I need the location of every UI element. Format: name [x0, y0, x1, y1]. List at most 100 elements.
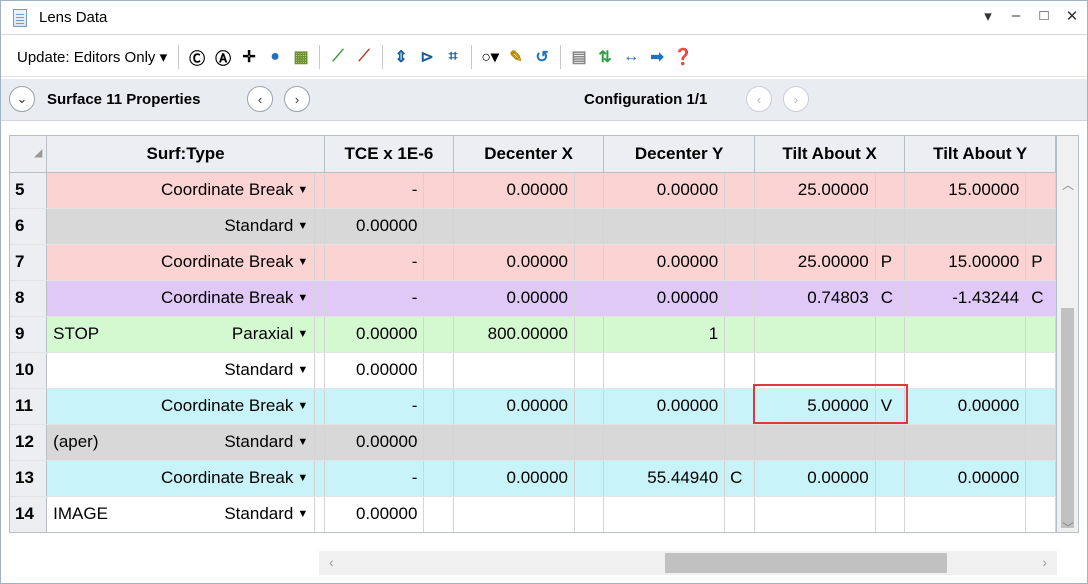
tilt-x-cell[interactable]: 0.00000	[754, 460, 876, 497]
decenter-x-cell[interactable]	[453, 208, 575, 245]
solve-flag[interactable]	[724, 172, 755, 209]
decenter-x-cell[interactable]: 0.00000	[453, 280, 575, 317]
swap-icon[interactable]: ⇅	[594, 46, 616, 68]
tce-cell[interactable]: -	[324, 388, 425, 425]
tilt-y-cell[interactable]	[904, 352, 1027, 389]
decenter-x-cell[interactable]: 0.00000	[453, 388, 575, 425]
tilt-y-cell[interactable]: -1.43244	[904, 280, 1027, 317]
solve-flag[interactable]: C	[1025, 280, 1056, 317]
solve-flag[interactable]	[1025, 388, 1056, 425]
solve-flag[interactable]	[1025, 172, 1056, 209]
solve-flag[interactable]	[574, 244, 605, 281]
solve-flag[interactable]	[724, 208, 755, 245]
solve-flag[interactable]	[574, 388, 605, 425]
decenter-y-cell[interactable]: 0.00000	[603, 244, 726, 281]
refresh-c-icon[interactable]: Ⓒ	[186, 46, 208, 68]
tilt-y-cell[interactable]	[904, 424, 1027, 461]
table-row[interactable]: 5 Coordinate Break ▼ -0.00000 0.00000 25.0000…	[10, 172, 1056, 209]
row-number[interactable]: 5	[10, 172, 48, 209]
surf-type-cell[interactable]: STOP Paraxial ▼	[46, 316, 316, 353]
solve-cell[interactable]	[423, 496, 454, 532]
next-config-icon[interactable]: ›	[783, 86, 809, 112]
decenter-x-cell[interactable]	[453, 424, 575, 461]
row-number[interactable]: 7	[10, 244, 48, 281]
decenter-y-cell[interactable]: 0.00000	[603, 388, 726, 425]
surf-type-cell[interactable]: Coordinate Break ▼	[46, 244, 316, 281]
vertical-scrollbar[interactable]: ︿ ﹀	[1057, 135, 1079, 535]
tce-cell[interactable]: -	[324, 172, 425, 209]
solve-flag[interactable]	[1025, 496, 1056, 532]
solve-cell[interactable]	[423, 280, 454, 317]
solve-flag[interactable]: C	[875, 280, 906, 317]
map-icon[interactable]: ▦	[290, 46, 312, 68]
tce-cell[interactable]: 0.00000	[324, 208, 425, 245]
tilt-y-cell[interactable]	[904, 208, 1027, 245]
solve-flag[interactable]	[574, 280, 605, 317]
solve-flag[interactable]	[724, 496, 755, 532]
surf-type-cell[interactable]: Coordinate Break ▼	[46, 280, 316, 317]
tce-cell[interactable]: -	[324, 280, 425, 317]
tilt-y-cell[interactable]: 15.00000	[904, 172, 1027, 209]
solve-cell[interactable]	[314, 388, 325, 425]
decenter-y-cell[interactable]	[603, 496, 726, 532]
tilt-y-cell[interactable]: 0.00000	[904, 460, 1027, 497]
solve-cell[interactable]	[423, 388, 454, 425]
dropdown-arrow-icon[interactable]: ▼	[297, 256, 308, 268]
solve-flag[interactable]	[574, 424, 605, 461]
add-vertex-icon[interactable]: ⟋	[327, 46, 349, 68]
tce-cell[interactable]: 0.00000	[324, 316, 425, 353]
surf-type-cell[interactable]: Coordinate Break ▼	[46, 460, 316, 497]
row-number[interactable]: 11	[10, 388, 48, 425]
decenter-x-cell[interactable]: 0.00000	[453, 460, 575, 497]
element-icon[interactable]: ⌗	[442, 46, 464, 68]
solve-flag[interactable]	[574, 172, 605, 209]
tilt-x-cell[interactable]: 5.00000	[754, 388, 876, 425]
collapse-icon[interactable]: ↔	[620, 46, 642, 68]
decenter-x-cell[interactable]	[453, 496, 575, 532]
column-header[interactable]: Tilt About Y	[904, 136, 1056, 173]
circle-dropdown-icon[interactable]: ○▾	[479, 46, 501, 68]
decenter-x-cell[interactable]	[453, 352, 575, 389]
row-number[interactable]: 8	[10, 280, 48, 317]
solve-flag[interactable]	[875, 208, 906, 245]
surf-type-cell[interactable]: Standard ▼	[46, 352, 316, 389]
solve-cell[interactable]	[314, 352, 325, 389]
dropdown-arrow-icon[interactable]: ▼	[297, 220, 308, 232]
column-header[interactable]: Decenter Y	[603, 136, 755, 173]
next-surface-icon[interactable]: ›	[284, 86, 310, 112]
horizontal-scrollbar[interactable]: ‹ ›	[319, 551, 1057, 575]
solve-flag[interactable]	[724, 244, 755, 281]
solve-cell[interactable]	[423, 352, 454, 389]
decenter-y-cell[interactable]: 0.00000	[603, 172, 726, 209]
solve-cell[interactable]	[423, 244, 454, 281]
solve-flag[interactable]	[1025, 460, 1056, 497]
undo-icon[interactable]: ↺	[531, 46, 553, 68]
tce-cell[interactable]: 0.00000	[324, 352, 425, 389]
solve-flag[interactable]	[875, 424, 906, 461]
solve-flag[interactable]	[574, 316, 605, 353]
solve-flag[interactable]	[875, 316, 906, 353]
table-row[interactable]: 12 (aper) Standard ▼ 0.00000	[10, 424, 1056, 461]
dropdown-arrow-icon[interactable]: ▼	[297, 292, 308, 304]
row-number[interactable]: 14	[10, 496, 48, 532]
solve-flag[interactable]	[875, 352, 906, 389]
tilt-x-cell[interactable]	[754, 352, 876, 389]
expand-icon[interactable]: ⌄	[9, 86, 35, 112]
solve-flag[interactable]	[724, 424, 755, 461]
surf-type-cell[interactable]: Standard ▼	[46, 208, 316, 245]
globe-icon[interactable]: ●	[264, 46, 286, 68]
solve-cell[interactable]	[423, 424, 454, 461]
dropdown-arrow-icon[interactable]: ▼	[297, 328, 308, 340]
column-header[interactable]: Tilt About X	[754, 136, 906, 173]
surf-type-cell[interactable]: (aper) Standard ▼	[46, 424, 316, 461]
table-row[interactable]: 6 Standard ▼ 0.00000	[10, 208, 1056, 245]
row-number[interactable]: 6	[10, 208, 48, 245]
column-header[interactable]: TCE x 1E-6	[324, 136, 454, 173]
solve-flag[interactable]	[1025, 352, 1056, 389]
solve-flag[interactable]: V	[875, 388, 906, 425]
prev-surface-icon[interactable]: ‹	[247, 86, 273, 112]
row-number[interactable]: 10	[10, 352, 48, 389]
solve-flag[interactable]	[1025, 424, 1056, 461]
solve-flag[interactable]	[574, 496, 605, 532]
solve-cell[interactable]	[423, 460, 454, 497]
